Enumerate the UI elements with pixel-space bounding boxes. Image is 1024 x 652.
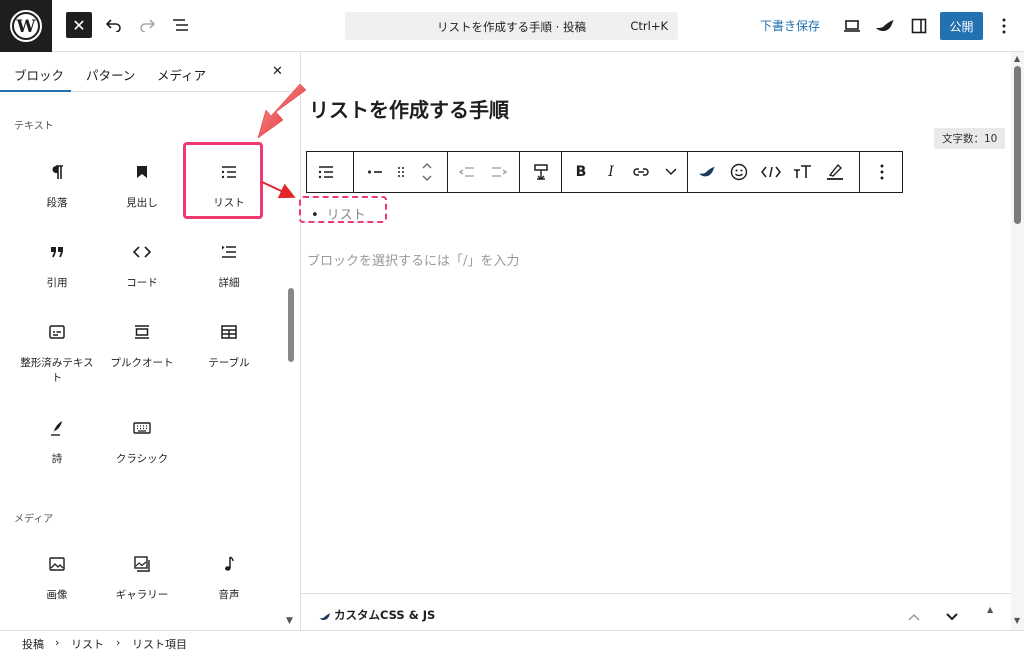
breadcrumb-separator-icon: ›: [55, 636, 60, 649]
meta-box-title: カスタムCSS & JS: [334, 608, 436, 622]
annotation-arrow-big: [257, 83, 307, 139]
plugin-leaf-icon: [319, 607, 331, 626]
annotation-arrows: [257, 83, 307, 199]
breadcrumb-item-list-item[interactable]: リスト項目: [132, 636, 187, 652]
meta-box-panel: カスタムCSS & JS ▲: [301, 593, 1011, 630]
scroll-down-arrow-icon[interactable]: ▼: [1014, 616, 1020, 625]
breadcrumb-separator-icon: ›: [116, 636, 121, 649]
editor-scroll-thumb[interactable]: [1014, 66, 1021, 224]
move-panel-down-icon[interactable]: [946, 606, 958, 625]
breadcrumb-item-list[interactable]: リスト: [71, 636, 104, 652]
breadcrumb: 投稿 › リスト › リスト項目: [0, 630, 1024, 652]
editor-scrollbar[interactable]: ▲ ▼: [1011, 52, 1024, 630]
toggle-panel-icon[interactable]: ▲: [987, 605, 993, 614]
breadcrumb-item-post[interactable]: 投稿: [22, 636, 44, 652]
move-panel-up-icon[interactable]: [908, 606, 920, 625]
annotation-arrow-small: [261, 181, 296, 199]
scroll-up-arrow-icon[interactable]: ▲: [1014, 54, 1020, 63]
